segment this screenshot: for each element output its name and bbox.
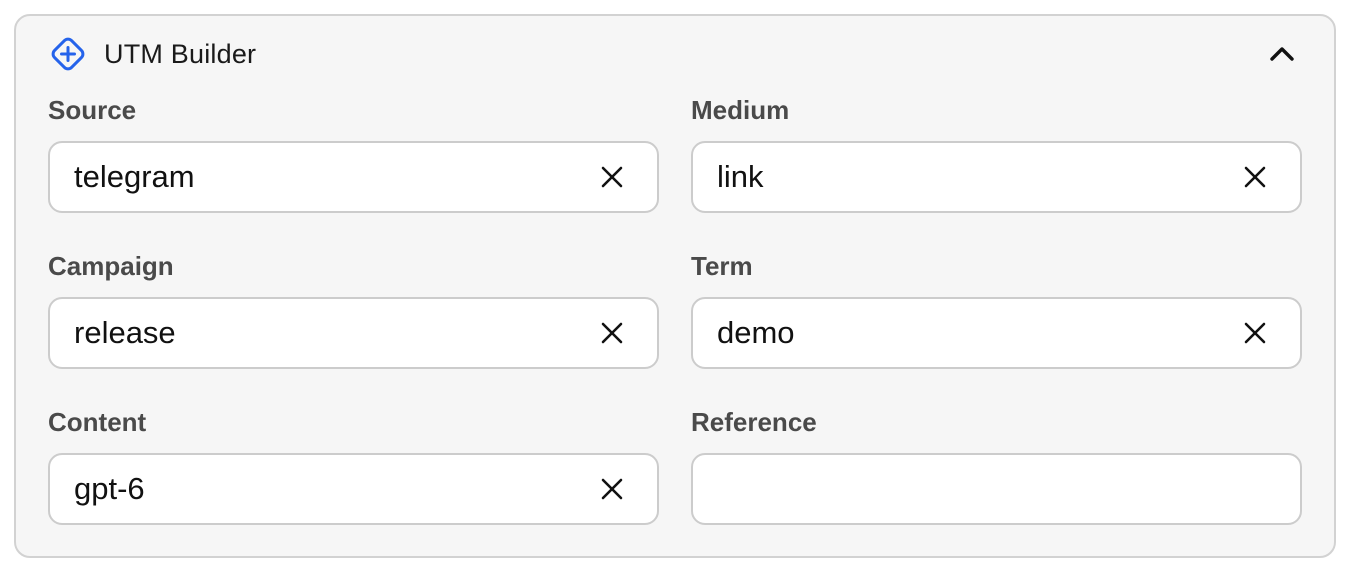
reference-label: Reference <box>691 407 817 437</box>
close-icon[interactable] <box>597 474 627 504</box>
utm-builder-panel: UTM Builder Source Medium <box>14 14 1336 558</box>
medium-input[interactable] <box>693 143 1220 211</box>
close-icon[interactable] <box>597 162 627 192</box>
medium-field: Medium <box>691 92 1302 248</box>
plus-diamond-icon <box>48 34 88 74</box>
close-icon[interactable] <box>1240 318 1270 348</box>
chevron-up-icon[interactable] <box>1262 34 1302 74</box>
panel-header[interactable]: UTM Builder <box>48 34 1302 74</box>
term-label: Term <box>691 251 753 281</box>
content-label: Content <box>48 407 147 437</box>
content-input[interactable] <box>50 455 577 523</box>
reference-input-box[interactable] <box>691 453 1302 525</box>
source-input-box[interactable] <box>48 141 659 213</box>
medium-input-box[interactable] <box>691 141 1302 213</box>
panel-title: UTM Builder <box>104 38 257 69</box>
campaign-field: Campaign <box>48 248 659 404</box>
term-input-box[interactable] <box>691 297 1302 369</box>
close-icon[interactable] <box>597 318 627 348</box>
source-label: Source <box>48 95 137 125</box>
close-icon[interactable] <box>1240 162 1270 192</box>
utm-fields-grid: Source Medium Campaign <box>48 92 1302 560</box>
source-input[interactable] <box>50 143 577 211</box>
term-field: Term <box>691 248 1302 404</box>
content-field: Content <box>48 404 659 560</box>
campaign-input-box[interactable] <box>48 297 659 369</box>
reference-field: Reference <box>691 404 1302 560</box>
campaign-input[interactable] <box>50 299 577 367</box>
content-input-box[interactable] <box>48 453 659 525</box>
term-input[interactable] <box>693 299 1220 367</box>
medium-label: Medium <box>691 95 790 125</box>
reference-input[interactable] <box>693 455 1220 523</box>
source-field: Source <box>48 92 659 248</box>
campaign-label: Campaign <box>48 251 174 281</box>
